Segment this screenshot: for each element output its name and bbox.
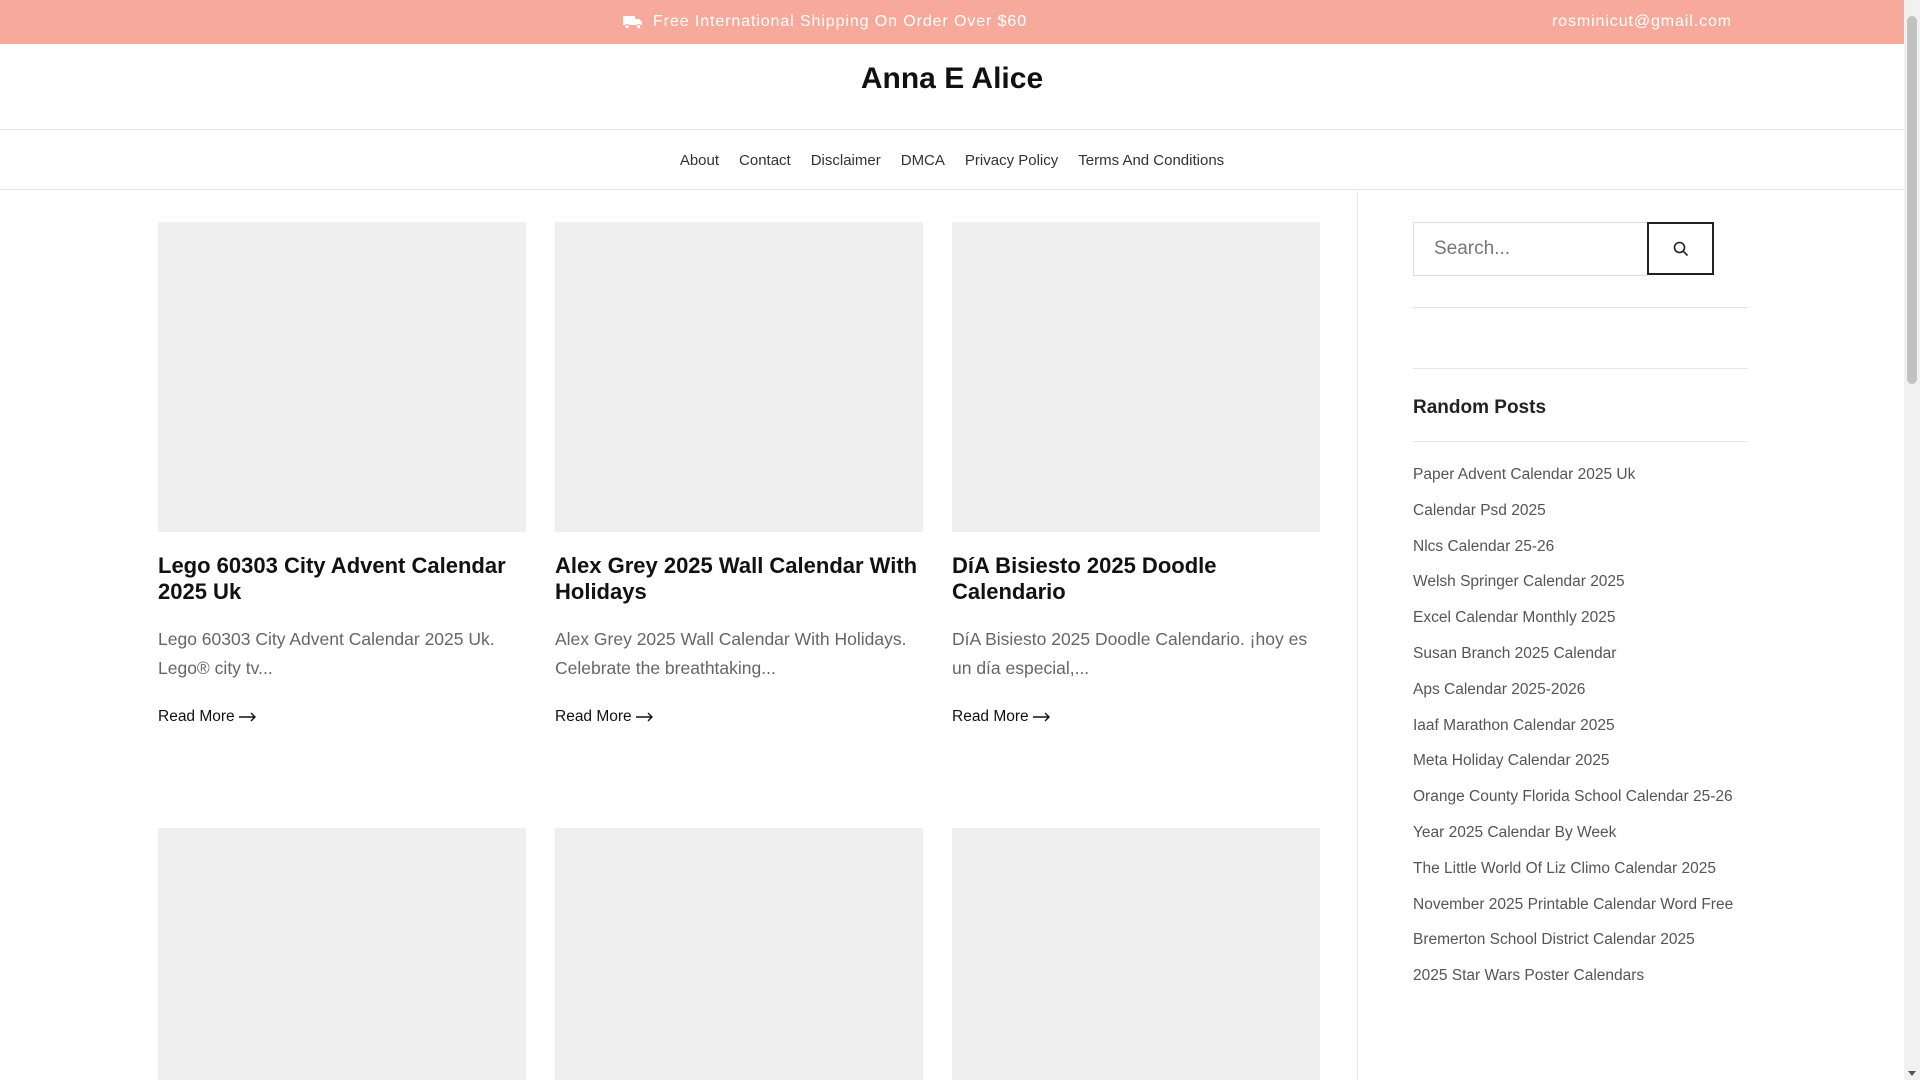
search-form bbox=[1413, 222, 1714, 276]
random-post-link[interactable]: November 2025 Printable Calendar Word Fr… bbox=[1413, 896, 1733, 913]
random-post-link[interactable]: Paper Advent Calendar 2025 Uk bbox=[1413, 466, 1635, 483]
widget-title-underline bbox=[1413, 441, 1748, 442]
read-more-label: Read More bbox=[555, 708, 632, 725]
random-posts-list: Paper Advent Calendar 2025 Uk Calendar P… bbox=[1413, 460, 1753, 997]
search-icon bbox=[1673, 241, 1688, 256]
post-thumbnail[interactable] bbox=[555, 828, 923, 1080]
post-thumbnail[interactable] bbox=[555, 222, 923, 532]
post-excerpt: DíA Bisiesto 2025 Doodle Calendario. ¡ho… bbox=[952, 629, 1308, 678]
random-post-link[interactable]: Bremerton School District Calendar 2025 bbox=[1413, 931, 1695, 948]
shipping-notice: Free International Shipping On Order Ove… bbox=[623, 0, 1027, 44]
arrow-right-icon bbox=[238, 712, 256, 722]
sidebar-separator bbox=[1413, 368, 1748, 369]
search-button[interactable] bbox=[1647, 222, 1714, 275]
page-scrollbar[interactable] bbox=[1904, 0, 1920, 1080]
sidebar-divider bbox=[1357, 191, 1358, 1080]
random-post-link[interactable]: Meta Holiday Calendar 2025 bbox=[1413, 752, 1609, 769]
search-input[interactable] bbox=[1413, 222, 1647, 276]
post-card: DíA Bisiesto 2025 Doodle Calendario DíA … bbox=[952, 222, 1320, 726]
arrow-right-icon bbox=[635, 712, 653, 722]
random-post-link[interactable]: Nlcs Calendar 25-26 bbox=[1413, 538, 1554, 555]
main-navigation: About Contact Disclaimer DMCA Privacy Po… bbox=[0, 131, 1904, 190]
post-card: Lego 60303 City Advent Calendar 2025 Uk … bbox=[158, 222, 526, 726]
list-item: Aps Calendar 2025-2026 bbox=[1413, 675, 1753, 711]
top-announcement-bar: Free International Shipping On Order Ove… bbox=[0, 0, 1904, 44]
sidebar-separator bbox=[1413, 307, 1748, 308]
list-item: Meta Holiday Calendar 2025 bbox=[1413, 746, 1753, 782]
scrollbar-thumb[interactable] bbox=[1907, 16, 1917, 384]
nav-item-dmca[interactable]: DMCA bbox=[891, 152, 955, 169]
scroll-down-arrow-icon[interactable] bbox=[1908, 1071, 1916, 1076]
post-title[interactable]: DíA Bisiesto 2025 Doodle Calendario bbox=[952, 553, 1320, 605]
random-post-link[interactable]: Iaaf Marathon Calendar 2025 bbox=[1413, 717, 1615, 734]
nav-item-contact[interactable]: Contact bbox=[729, 152, 801, 169]
post-title[interactable]: Lego 60303 City Advent Calendar 2025 Uk bbox=[158, 553, 526, 605]
list-item: The Little World Of Liz Climo Calendar 2… bbox=[1413, 854, 1753, 890]
random-post-link[interactable]: Orange County Florida School Calendar 25… bbox=[1413, 788, 1733, 805]
list-item: Orange County Florida School Calendar 25… bbox=[1413, 782, 1753, 818]
nav-item-disclaimer[interactable]: Disclaimer bbox=[801, 152, 891, 169]
list-item: Paper Advent Calendar 2025 Uk bbox=[1413, 460, 1753, 496]
site-header: Anna E Alice bbox=[0, 44, 1904, 130]
read-more-link[interactable]: Read More bbox=[158, 708, 257, 726]
random-post-link[interactable]: Aps Calendar 2025-2026 bbox=[1413, 681, 1585, 698]
list-item: 2025 Star Wars Poster Calendars bbox=[1413, 961, 1753, 997]
list-item: Welsh Springer Calendar 2025 bbox=[1413, 567, 1753, 603]
nav-item-about[interactable]: About bbox=[670, 152, 729, 169]
nav-item-terms-and-conditions[interactable]: Terms And Conditions bbox=[1068, 152, 1234, 169]
list-item: Nlcs Calendar 25-26 bbox=[1413, 532, 1753, 568]
random-post-link[interactable]: Year 2025 Calendar By Week bbox=[1413, 824, 1616, 841]
random-post-link[interactable]: 2025 Star Wars Poster Calendars bbox=[1413, 967, 1644, 984]
list-item: Excel Calendar Monthly 2025 bbox=[1413, 603, 1753, 639]
nav-item-privacy-policy[interactable]: Privacy Policy bbox=[955, 152, 1068, 169]
random-post-link[interactable]: Susan Branch 2025 Calendar bbox=[1413, 645, 1616, 662]
contact-email-link[interactable]: rosminicut@gmail.com bbox=[1552, 0, 1732, 44]
list-item: Year 2025 Calendar By Week bbox=[1413, 818, 1753, 854]
random-post-link[interactable]: Welsh Springer Calendar 2025 bbox=[1413, 573, 1625, 590]
post-thumbnail[interactable] bbox=[952, 222, 1320, 532]
post-excerpt: Alex Grey 2025 Wall Calendar With Holida… bbox=[555, 629, 907, 678]
shipping-text: Free International Shipping On Order Ove… bbox=[653, 13, 1028, 30]
list-item: Susan Branch 2025 Calendar bbox=[1413, 639, 1753, 675]
read-more-link[interactable]: Read More bbox=[555, 708, 654, 726]
random-post-link[interactable]: Excel Calendar Monthly 2025 bbox=[1413, 609, 1615, 626]
post-excerpt: Lego 60303 City Advent Calendar 2025 Uk.… bbox=[158, 629, 495, 678]
random-post-link[interactable]: The Little World Of Liz Climo Calendar 2… bbox=[1413, 860, 1716, 877]
list-item: Bremerton School District Calendar 2025 bbox=[1413, 925, 1753, 961]
truck-icon bbox=[623, 16, 642, 29]
arrow-right-icon bbox=[1032, 712, 1050, 722]
post-thumbnail[interactable] bbox=[952, 828, 1320, 1080]
list-item: November 2025 Printable Calendar Word Fr… bbox=[1413, 890, 1753, 926]
site-title[interactable]: Anna E Alice bbox=[0, 62, 1904, 96]
post-thumbnail[interactable] bbox=[158, 828, 526, 1080]
read-more-label: Read More bbox=[952, 708, 1029, 725]
read-more-link[interactable]: Read More bbox=[952, 708, 1051, 726]
list-item: Iaaf Marathon Calendar 2025 bbox=[1413, 711, 1753, 747]
post-thumbnail[interactable] bbox=[158, 222, 526, 532]
random-post-link[interactable]: Calendar Psd 2025 bbox=[1413, 502, 1546, 519]
read-more-label: Read More bbox=[158, 708, 235, 725]
post-title[interactable]: Alex Grey 2025 Wall Calendar With Holida… bbox=[555, 553, 923, 605]
list-item: Calendar Psd 2025 bbox=[1413, 496, 1753, 532]
post-card: Alex Grey 2025 Wall Calendar With Holida… bbox=[555, 222, 923, 726]
random-posts-title: Random Posts bbox=[1413, 397, 1547, 418]
